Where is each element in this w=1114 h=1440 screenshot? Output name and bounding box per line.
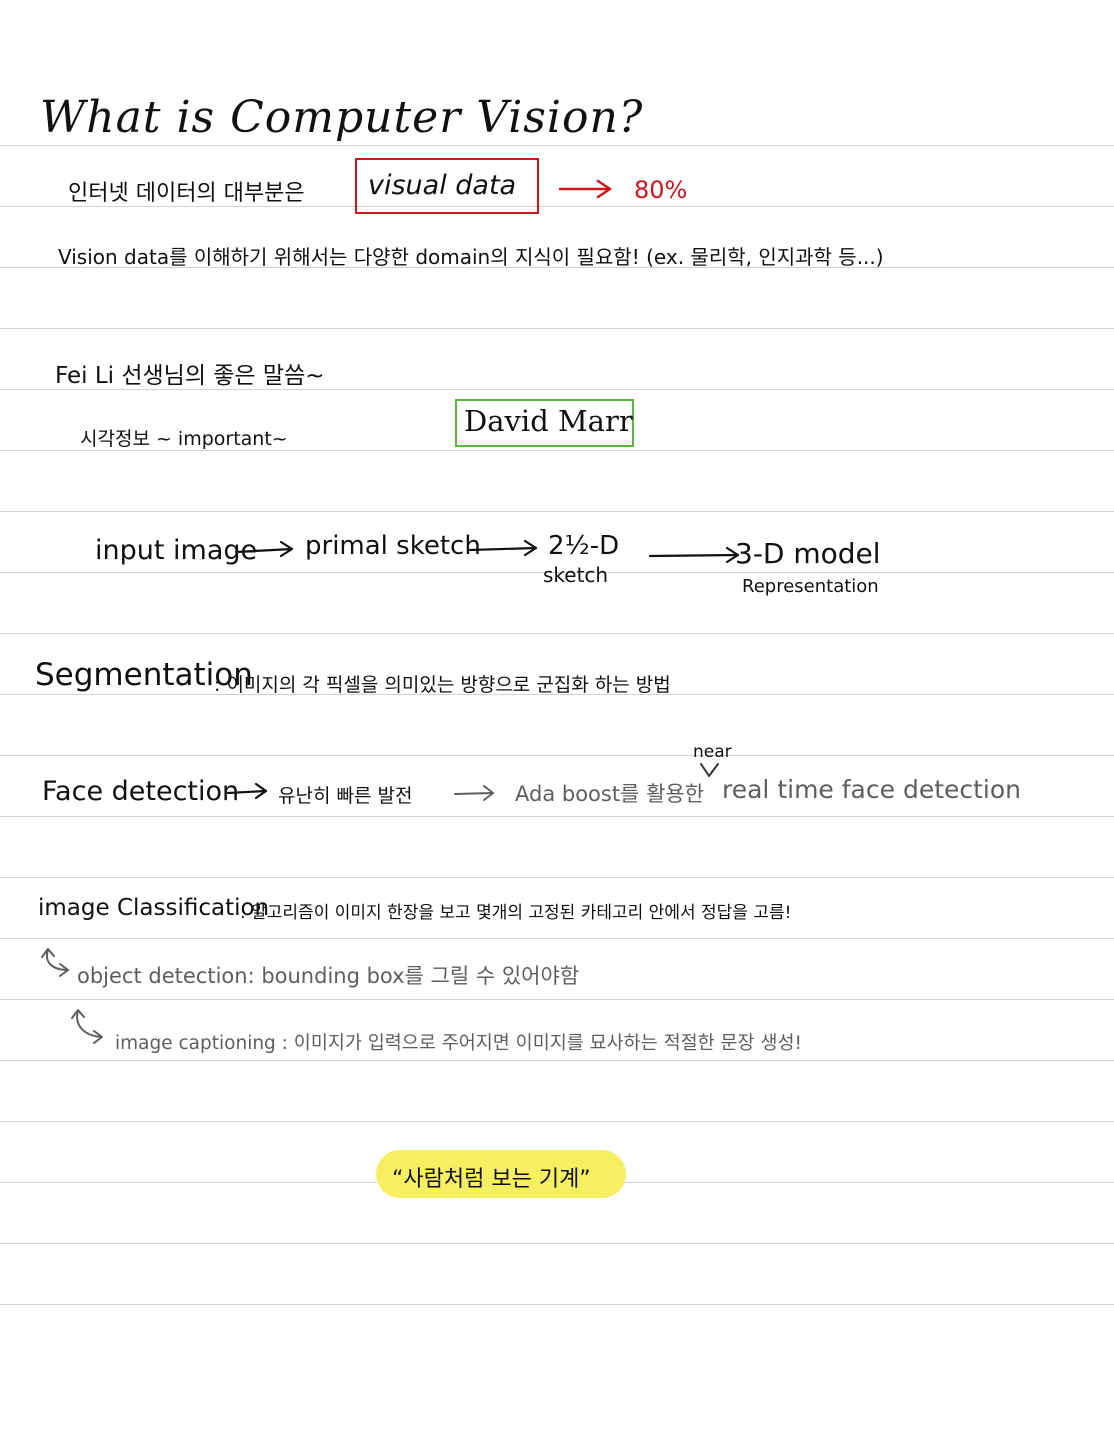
internet-data-text: 인터넷 데이터의 대부분은 — [68, 181, 305, 206]
classification-term: image Classification — [38, 895, 270, 921]
curved-arrow-icon — [41, 948, 69, 977]
pipeline-step-primal: primal sketch — [305, 531, 481, 561]
arrow-layer — [41, 179, 740, 1044]
arrow-right-icon — [648, 546, 740, 564]
feili-subtext: 시각정보 ~ important~ — [80, 428, 288, 450]
page-title: What is Computer Vision? — [40, 92, 644, 143]
caret-insert-icon — [700, 763, 719, 777]
realtime-face-detection-text: real time face detection — [722, 775, 1022, 804]
segmentation-desc: : 이미지의 각 픽셀을 의미있는 방향으로 군집화 하는 방법 — [214, 674, 671, 696]
near-insert-text: near — [693, 742, 732, 762]
classification-desc: : 알고리즘이 이미지 한장을 보고 몇개의 고정된 카테고리 안에서 정답을 … — [240, 903, 792, 923]
image-captioning-text: image captioning : 이미지가 입력으로 주어지면 이미지를 묘… — [115, 1033, 802, 1054]
david-marr-text: David Marr — [464, 404, 633, 438]
vision-domain-text: Vision data를 이해하기 위해서는 다양한 domain의 지식이 필… — [58, 245, 884, 269]
pipeline-note-sketch: sketch — [543, 563, 609, 587]
pipeline-step-input: input image — [95, 535, 258, 566]
adaboost-text: Ada boost를 활용한 — [515, 782, 705, 806]
face-detection-desc: 유난히 빠른 발전 — [278, 785, 413, 807]
feili-heading: Fei Li 선생님의 좋은 말씀~ — [55, 363, 325, 389]
pipeline-step-2half: 2½-D — [548, 531, 620, 561]
quote-text: “사람처럼 보는 기계” — [392, 1167, 591, 1192]
face-detection-term: Face detection — [42, 776, 240, 807]
object-detection-text: object detection: bounding box를 그릴 수 있어야… — [77, 964, 580, 988]
note-page: What is Computer Vision? 인터넷 데이터의 대부분은 v… — [0, 0, 1114, 1440]
pipeline-note-representation: Representation — [742, 576, 879, 597]
arrow-right-icon — [558, 179, 612, 199]
visual-data-text: visual data — [368, 170, 517, 201]
curved-arrow-icon — [71, 1009, 103, 1044]
arrow-right-icon — [454, 785, 494, 801]
percent-80-text: 80% — [634, 176, 688, 204]
pipeline-step-3d: 3-D model — [735, 537, 881, 570]
